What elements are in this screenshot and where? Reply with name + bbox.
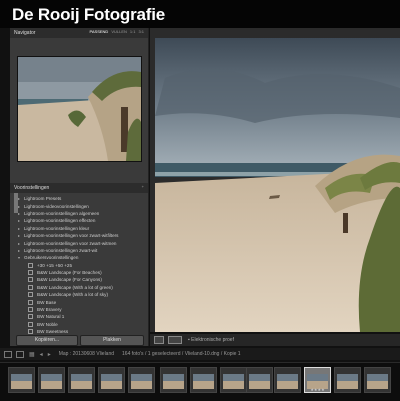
preset-icon bbox=[28, 299, 33, 305]
preset-icon bbox=[28, 314, 33, 320]
expand-triangle-icon: ▸ bbox=[17, 196, 20, 202]
back-arrow-icon[interactable]: ◂ bbox=[40, 351, 43, 358]
preset-icon bbox=[28, 262, 33, 268]
navigator-option-1-1[interactable]: 1:1 bbox=[130, 29, 136, 34]
expand-triangle-icon: ▸ bbox=[17, 225, 20, 231]
preset-folder[interactable]: ▸ Lightroom-voorinstellingen voor zwart-w… bbox=[10, 239, 148, 246]
preset-icon bbox=[28, 321, 33, 327]
main-image-view[interactable] bbox=[150, 28, 400, 332]
loupe-view-icon[interactable] bbox=[154, 336, 164, 344]
preset-folder[interactable]: ▸ Lightroom-voorinstellingen kleur bbox=[10, 225, 148, 232]
presets-header[interactable]: Voorinstellingen + bbox=[10, 183, 148, 193]
filmstrip-thumbnail[interactable] bbox=[334, 367, 361, 393]
filmstrip-thumbnail[interactable] bbox=[8, 367, 35, 393]
expand-triangle-icon: ▸ bbox=[17, 240, 20, 246]
presets-label: Voorinstellingen bbox=[14, 185, 50, 191]
expand-triangle-icon: ▸ bbox=[17, 210, 20, 216]
user-preset-item[interactable]: BW Bravery bbox=[10, 306, 148, 313]
user-preset-item[interactable]: +30 +15 +50 +25 bbox=[10, 262, 148, 269]
filmstrip-thumbnail-selected[interactable]: ★★★★ bbox=[304, 367, 331, 393]
navigator-view-options: PASSEND VULLEN 1:1 3:1 bbox=[89, 29, 144, 34]
user-preset-item[interactable]: B&W Landscape (For Beaches) bbox=[10, 269, 148, 276]
app-title-bar: De Rooij Fotografie bbox=[0, 0, 400, 28]
expand-triangle-icon: ▸ bbox=[17, 218, 20, 224]
preset-folder[interactable]: ▸ Lightroom-voorinstellingen algemeen bbox=[10, 210, 148, 217]
copy-settings-button[interactable]: Kopiëren... bbox=[16, 335, 78, 346]
user-preset-item[interactable]: B&W Landscape (For Canyons) bbox=[10, 276, 148, 283]
filmstrip-thumbnail[interactable] bbox=[274, 367, 301, 393]
presets-list: ▸ Lightroom Presets ▸ Lightroom-videovoori… bbox=[10, 195, 148, 345]
filmstrip-thumbnail[interactable] bbox=[160, 367, 187, 393]
secondary-display-icon[interactable] bbox=[16, 350, 24, 358]
grid-view-icon[interactable]: ▦ bbox=[29, 351, 35, 358]
preset-folder[interactable]: ▸ Lightroom-voorinstellingen zwart-wit bbox=[10, 247, 148, 254]
navigator-beach-thumbnail bbox=[18, 57, 141, 161]
filmstrip-thumbnail[interactable] bbox=[190, 367, 217, 393]
preset-folder-user[interactable]: ▾ Gebruikersvoorinstellingen bbox=[10, 254, 148, 261]
user-preset-item[interactable]: BW Base bbox=[10, 298, 148, 305]
rating-stars: ★★★★ bbox=[310, 387, 325, 392]
photo-info: 164 foto's / 1 geselecteerd / Vlieland-1… bbox=[122, 351, 241, 357]
navigator-preview-image[interactable] bbox=[17, 56, 142, 162]
filmstrip-thumbnail[interactable] bbox=[364, 367, 391, 393]
app-title: De Rooij Fotografie bbox=[12, 5, 165, 24]
presets-add-icon[interactable]: + bbox=[142, 184, 144, 189]
main-photo[interactable] bbox=[155, 38, 400, 332]
panel-toggle-icon[interactable] bbox=[4, 350, 12, 358]
navigator-option-passend[interactable]: PASSEND bbox=[89, 29, 108, 34]
preset-icon bbox=[28, 292, 33, 298]
before-after-icon[interactable] bbox=[168, 336, 182, 344]
image-toolbar: ▪ Elektronische proef bbox=[150, 334, 400, 346]
user-preset-item[interactable]: B&W Landscape (With a lot of green) bbox=[10, 284, 148, 291]
expand-triangle-icon: ▸ bbox=[17, 233, 20, 239]
filmstrip-thumbnail[interactable] bbox=[68, 367, 95, 393]
preset-icon bbox=[28, 270, 33, 276]
user-preset-item[interactable]: BW Noble bbox=[10, 321, 148, 328]
collapse-triangle-icon: ▾ bbox=[17, 255, 20, 261]
navigator-header[interactable]: Navigator PASSEND VULLEN 1:1 3:1 bbox=[10, 28, 148, 38]
preset-folder[interactable]: ▸ Lightroom Presets bbox=[10, 195, 148, 202]
expand-triangle-icon: ▸ bbox=[17, 203, 20, 209]
filmstrip-thumbnail[interactable] bbox=[38, 367, 65, 393]
preset-folder[interactable]: ▸ Lightroom-videovoorinstellingen bbox=[10, 202, 148, 209]
filmstrip-thumbnail[interactable] bbox=[246, 367, 273, 393]
preset-icon bbox=[28, 284, 33, 290]
preset-folder[interactable]: ▸ Lightroom-voorinstellingen voor zwart-w… bbox=[10, 232, 148, 239]
preset-icon bbox=[28, 277, 33, 283]
filmstrip-thumbnail[interactable] bbox=[98, 367, 125, 393]
folder-path[interactable]: Map : 20130608 Vlieland bbox=[59, 351, 114, 357]
preset-icon bbox=[28, 307, 33, 313]
soft-proof-toggle[interactable]: ▪ Elektronische proef bbox=[188, 337, 234, 343]
beach-photo bbox=[155, 38, 400, 332]
expand-triangle-icon: ▸ bbox=[17, 247, 20, 253]
paste-settings-button[interactable]: Plakken bbox=[80, 335, 144, 346]
user-preset-item[interactable]: BW Natural 1 bbox=[10, 313, 148, 320]
user-preset-item[interactable]: B&W Landscape (With a lot of sky) bbox=[10, 291, 148, 298]
navigator-option-vullen[interactable]: VULLEN bbox=[111, 29, 127, 34]
left-panel-buttons: Kopiëren... Plakken bbox=[10, 334, 148, 346]
filmstrip: ★★★★ bbox=[0, 362, 400, 401]
filmstrip-thumbnail[interactable] bbox=[220, 367, 247, 393]
left-panel: Navigator PASSEND VULLEN 1:1 3:1 Voorins… bbox=[10, 28, 149, 346]
status-bar: ▦ ◂ ▸ Map : 20130608 Vlieland 164 foto's… bbox=[0, 348, 400, 360]
navigator-label: Navigator bbox=[14, 30, 36, 36]
preset-folder[interactable]: ▸ Lightroom-voorinstellingen effecten bbox=[10, 217, 148, 224]
forward-arrow-icon[interactable]: ▸ bbox=[48, 351, 51, 358]
navigator-option-3-1[interactable]: 3:1 bbox=[138, 29, 144, 34]
filmstrip-thumbnail[interactable] bbox=[128, 367, 155, 393]
